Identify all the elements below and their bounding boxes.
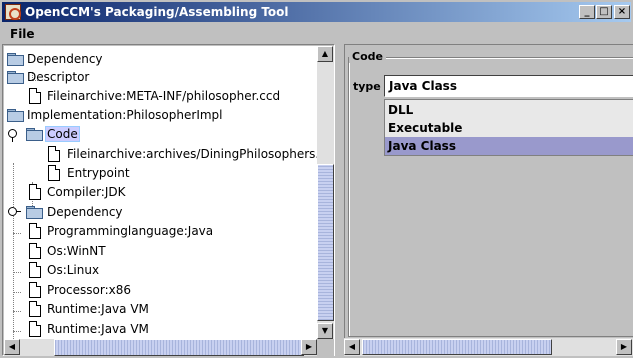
tree-horizontal-scrollbar[interactable]: ◀ ▶ [4,339,317,356]
folder-icon [26,128,43,141]
tree-view[interactable]: Dependency Descriptor Fileinarchive:META… [4,46,317,339]
tree-node[interactable]: Processor:x86 [4,281,317,300]
tree-panel: Dependency Descriptor Fileinarchive:META… [2,44,335,356]
tree-node-label: Compiler:JDK [47,185,126,199]
dropdown-option-label: Executable [388,121,463,135]
tree-node[interactable]: Dependency [4,50,317,69]
tree-node[interactable]: Fileinarchive:META-INF/philosopher.ccd [4,87,317,106]
folder-icon [7,53,24,66]
dropdown-option-label: DLL [388,103,414,117]
scroll-down-button[interactable]: ▼ [317,323,333,339]
scroll-right-button[interactable]: ▶ [616,339,632,355]
tree-node-label: Programminglanguage:Java [47,224,214,238]
tree-node-label: Code [45,126,80,142]
menu-file[interactable]: File [10,27,35,41]
dropdown-option-label: Java Class [388,139,456,153]
folder-icon [26,206,43,219]
tree-node[interactable]: Entrypoint [4,164,317,183]
scrollbar-thumb[interactable] [54,339,304,356]
type-combobox[interactable]: Java Class [384,75,633,97]
tree-node-label: Runtime:Java VM [47,322,149,336]
tree-node-label: Fileinarchive:META-INF/philosopher.ccd [47,89,281,103]
scroll-left-button[interactable]: ◀ [344,339,360,355]
tree-node-label: Fileinarchive:archives/DiningPhilosopher… [67,147,317,161]
app-icon[interactable] [5,4,21,20]
dropdown-option-java-class[interactable]: Java Class [385,137,633,155]
menu-bar: File [2,24,631,44]
scrollbar-thumb[interactable] [317,164,334,321]
tree-vertical-scrollbar[interactable]: ▲ ▼ [317,46,334,339]
tree-node-label: Os:WinNT [47,244,106,258]
window-title: OpenCCM's Packaging/Assembling Tool [25,5,289,19]
expand-collapse-icon[interactable] [8,129,20,142]
split-pane-divider[interactable] [336,44,344,356]
tree-node-label: Runtime:Java VM [47,302,149,316]
file-icon [29,223,41,239]
tree-node[interactable]: Runtime:Java VM [4,320,317,339]
expand-collapse-icon[interactable] [8,207,21,219]
tree-node[interactable]: Descriptor [4,68,317,87]
tree-node-label: Os:Linux [47,263,100,277]
details-horizontal-scrollbar[interactable]: ◀ ▶ [344,338,633,356]
type-dropdown-list[interactable]: DLL Executable Java Class [384,99,633,156]
file-icon [29,262,41,278]
tree-node-label: Implementation:PhilosopherImpl [27,108,223,122]
file-icon [29,88,41,104]
file-icon [29,282,41,298]
scroll-left-button[interactable]: ◀ [4,339,20,355]
folder-icon [7,71,24,84]
application-window: OpenCCM's Packaging/Assembling Tool _ □ … [0,0,633,358]
group-title: Code [349,50,386,63]
maximize-button[interactable]: □ [596,5,612,19]
type-combobox-value: Java Class [389,79,457,93]
folder-icon [7,109,24,122]
file-icon [48,165,60,181]
tree-node[interactable]: Os:WinNT [4,242,317,261]
tree-node-label: Descriptor [27,70,90,84]
scroll-right-button[interactable]: ▶ [301,339,317,355]
tree-node[interactable]: Dependency [4,203,317,222]
tree-node-label: Entrypoint [67,166,130,180]
dropdown-option-executable[interactable]: Executable [385,119,633,137]
tree-node[interactable]: Compiler:JDK [4,183,317,202]
tree-node-label: Processor:x86 [47,283,131,297]
file-icon [29,243,41,259]
file-icon [29,321,41,337]
tree-node[interactable]: Programminglanguage:Java [4,222,317,241]
tree-node-selected[interactable]: Code [4,125,317,144]
tree-node[interactable]: Runtime:Java VM [4,300,317,319]
scroll-up-button[interactable]: ▲ [317,46,333,62]
tree-node[interactable]: Fileinarchive:archives/DiningPhilosopher… [4,145,317,164]
scrollbar-thumb[interactable] [362,339,552,355]
tree-node-label: Dependency [47,205,123,219]
file-icon [48,146,60,162]
title-bar[interactable]: OpenCCM's Packaging/Assembling Tool _ □ … [2,2,631,22]
dropdown-option-dll[interactable]: DLL [385,101,633,119]
file-icon [29,184,41,200]
file-icon [29,301,41,317]
tree-node[interactable]: Implementation:PhilosopherImpl [4,106,317,125]
tree-node[interactable]: Os:Linux [4,261,317,280]
close-button[interactable]: × [614,5,630,19]
scrollbar-corner [317,339,334,356]
tree-node-label: Dependency [27,52,103,66]
minimize-button[interactable]: _ [579,5,595,19]
